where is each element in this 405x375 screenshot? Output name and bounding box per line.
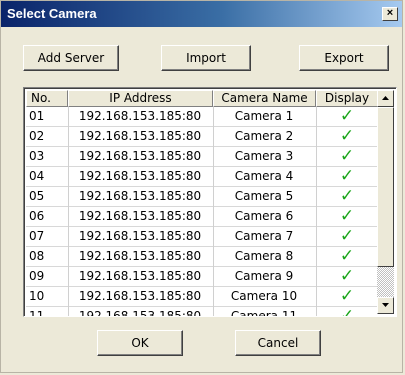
row-ip-address: 192.168.153.185:80 bbox=[78, 229, 202, 243]
table-row[interactable]: 11 192.168.153.185:80 Camera 11 ✓ bbox=[26, 307, 378, 317]
table-row[interactable]: 04 192.168.153.185:80 Camera 4 ✓ bbox=[26, 167, 378, 187]
row-ip-address: 192.168.153.185:80 bbox=[78, 309, 202, 317]
row-number: 04 bbox=[29, 169, 45, 183]
scroll-up-button[interactable] bbox=[377, 90, 394, 107]
row-camera-name: Camera 5 bbox=[234, 189, 294, 203]
add-server-button[interactable]: Add Server bbox=[23, 45, 119, 71]
row-camera-name: Camera 10 bbox=[230, 289, 298, 303]
display-check-icon[interactable]: ✓ bbox=[316, 187, 378, 206]
display-check-icon[interactable]: ✓ bbox=[316, 147, 378, 166]
display-check-icon[interactable]: ✓ bbox=[316, 247, 378, 266]
row-ip-address: 192.168.153.185:80 bbox=[78, 129, 202, 143]
column-header-camera-name[interactable]: Camera Name bbox=[213, 90, 316, 107]
table-row[interactable]: 09 192.168.153.185:80 Camera 9 ✓ bbox=[26, 267, 378, 287]
row-camera-name: Camera 4 bbox=[234, 169, 294, 183]
row-ip-address: 192.168.153.185:80 bbox=[78, 169, 202, 183]
table-row[interactable]: 03 192.168.153.185:80 Camera 3 ✓ bbox=[26, 147, 378, 167]
cancel-button[interactable]: Cancel bbox=[235, 330, 321, 356]
row-ip-address: 192.168.153.185:80 bbox=[78, 209, 202, 223]
row-camera-name: Camera 8 bbox=[234, 249, 294, 263]
row-camera-name: Camera 3 bbox=[234, 149, 294, 163]
row-ip-address: 192.168.153.185:80 bbox=[78, 269, 202, 283]
list-rows: 01 192.168.153.185:80 Camera 1 ✓ 02 192.168.1… bbox=[26, 107, 378, 317]
row-number: 09 bbox=[29, 269, 45, 283]
scrollbar-thumb[interactable] bbox=[377, 107, 394, 267]
close-button[interactable]: × bbox=[382, 7, 398, 21]
row-camera-name: Camera 11 bbox=[230, 309, 298, 317]
table-row[interactable]: 01 192.168.153.185:80 Camera 1 ✓ bbox=[26, 107, 378, 127]
table-row[interactable]: 02 192.168.153.185:80 Camera 2 ✓ bbox=[26, 127, 378, 147]
camera-list[interactable]: No. IP Address Camera Name Display 01 192… bbox=[23, 87, 397, 317]
column-divider bbox=[316, 107, 317, 316]
column-header-ip-address[interactable]: IP Address bbox=[68, 90, 213, 107]
display-check-icon[interactable]: ✓ bbox=[316, 227, 378, 246]
list-header: No. IP Address Camera Name Display bbox=[26, 90, 378, 107]
row-number: 03 bbox=[29, 149, 45, 163]
row-number: 05 bbox=[29, 189, 45, 203]
scrollbar-track[interactable] bbox=[377, 267, 394, 297]
row-number: 08 bbox=[29, 249, 45, 263]
row-ip-address: 192.168.153.185:80 bbox=[78, 189, 202, 203]
table-row[interactable]: 07 192.168.153.185:80 Camera 7 ✓ bbox=[26, 227, 378, 247]
display-check-icon[interactable]: ✓ bbox=[316, 207, 378, 226]
row-camera-name: Camera 7 bbox=[234, 229, 294, 243]
ok-button[interactable]: OK bbox=[97, 330, 183, 356]
dialog-title: Select Camera bbox=[7, 6, 97, 21]
row-camera-name: Camera 1 bbox=[234, 109, 294, 123]
display-check-icon[interactable]: ✓ bbox=[316, 107, 378, 126]
row-ip-address: 192.168.153.185:80 bbox=[78, 289, 202, 303]
select-camera-dialog: Select Camera × Add Server Import Export… bbox=[0, 0, 403, 373]
row-ip-address: 192.168.153.185:80 bbox=[78, 249, 202, 263]
table-row[interactable]: 06 192.168.153.185:80 Camera 6 ✓ bbox=[26, 207, 378, 227]
row-number: 11 bbox=[29, 309, 45, 317]
table-row[interactable]: 10 192.168.153.185:80 Camera 10 ✓ bbox=[26, 287, 378, 307]
display-check-icon[interactable]: ✓ bbox=[316, 287, 378, 306]
row-camera-name: Camera 6 bbox=[234, 209, 294, 223]
title-bar[interactable]: Select Camera × bbox=[1, 1, 402, 27]
display-check-icon[interactable]: ✓ bbox=[316, 307, 378, 316]
row-number: 06 bbox=[29, 209, 45, 223]
row-number: 01 bbox=[29, 109, 45, 123]
row-ip-address: 192.168.153.185:80 bbox=[78, 149, 202, 163]
export-button[interactable]: Export bbox=[299, 45, 389, 71]
row-camera-name: Camera 2 bbox=[234, 129, 294, 143]
scroll-down-button[interactable] bbox=[377, 297, 394, 314]
column-divider bbox=[68, 107, 69, 316]
table-row[interactable]: 05 192.168.153.185:80 Camera 5 ✓ bbox=[26, 187, 378, 207]
column-header-no[interactable]: No. bbox=[26, 90, 68, 107]
vertical-scrollbar[interactable] bbox=[377, 90, 394, 314]
arrow-down-icon bbox=[382, 303, 389, 307]
row-camera-name: Camera 9 bbox=[234, 269, 294, 283]
arrow-up-icon bbox=[382, 96, 389, 100]
import-button[interactable]: Import bbox=[161, 45, 251, 71]
row-ip-address: 192.168.153.185:80 bbox=[78, 109, 202, 123]
display-check-icon[interactable]: ✓ bbox=[316, 267, 378, 286]
column-divider bbox=[213, 107, 214, 316]
row-number: 07 bbox=[29, 229, 45, 243]
row-number: 02 bbox=[29, 129, 45, 143]
row-number: 10 bbox=[29, 289, 45, 303]
table-row[interactable]: 08 192.168.153.185:80 Camera 8 ✓ bbox=[26, 247, 378, 267]
column-header-display[interactable]: Display bbox=[316, 90, 378, 107]
display-check-icon[interactable]: ✓ bbox=[316, 167, 378, 186]
display-check-icon[interactable]: ✓ bbox=[316, 127, 378, 146]
